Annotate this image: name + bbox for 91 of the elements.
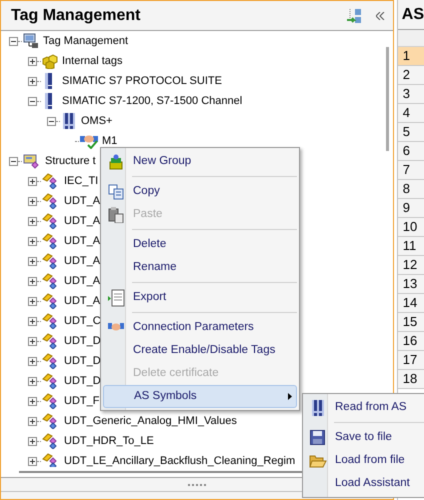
- menu-item[interactable]: Copy: [103, 180, 297, 203]
- expand-icon[interactable]: [28, 456, 37, 466]
- tree-item[interactable]: UDT_Generic_Analog_HMI_Values: [64, 414, 237, 428]
- scrollbar[interactable]: [386, 47, 389, 151]
- row-number[interactable]: 18: [398, 370, 424, 389]
- computer-network-icon: [23, 33, 39, 49]
- stacked-layers-icon: [108, 154, 124, 170]
- expand-icon[interactable]: [28, 416, 37, 426]
- row-number[interactable]: 11: [398, 237, 424, 256]
- menu-item[interactable]: New Group: [103, 150, 297, 173]
- expand-icon[interactable]: [28, 356, 37, 366]
- tree-item[interactable]: SIMATIC S7-1200, S7-1500 Channel: [62, 94, 242, 108]
- expand-icon[interactable]: [28, 316, 37, 326]
- tree-item[interactable]: SIMATIC S7 PROTOCOL SUITE: [62, 74, 222, 88]
- table-title: AS: [402, 4, 424, 24]
- tree-item[interactable]: UDT_A: [64, 254, 100, 268]
- expand-icon[interactable]: [28, 436, 37, 446]
- collapse-icon[interactable]: [9, 156, 18, 166]
- menu-item[interactable]: Save to file: [305, 426, 424, 449]
- row-number[interactable]: 7: [398, 161, 424, 180]
- expand-icon[interactable]: [28, 396, 37, 406]
- row-number[interactable]: 13: [398, 275, 424, 294]
- handshake-icon: [108, 322, 124, 334]
- row-number[interactable]: 16: [398, 332, 424, 351]
- row-number[interactable]: 17: [398, 351, 424, 370]
- tree-item[interactable]: UDT_D: [64, 334, 101, 348]
- row-number[interactable]: 10: [398, 218, 424, 237]
- tree-item[interactable]: UDT_F: [64, 394, 100, 408]
- menu-item[interactable]: Read from AS: [305, 396, 424, 419]
- expand-icon[interactable]: [28, 256, 37, 266]
- tree-item[interactable]: UDT_D: [64, 374, 101, 388]
- collapse-icon[interactable]: [9, 36, 18, 46]
- tree-item[interactable]: UDT_A: [64, 214, 100, 228]
- copy-icon: [108, 184, 124, 200]
- tree-item[interactable]: UDT_HDR_To_LE: [64, 434, 154, 448]
- collapse-icon[interactable]: [47, 116, 56, 126]
- expand-icon[interactable]: [28, 76, 37, 86]
- tree-item[interactable]: UDT_A: [64, 234, 100, 248]
- row-number[interactable]: 5: [398, 123, 424, 142]
- row-number[interactable]: 1: [398, 47, 424, 66]
- structures-icon: [23, 153, 41, 169]
- row-number[interactable]: 4: [398, 104, 424, 123]
- collapse-icon[interactable]: [28, 96, 37, 106]
- cubes-icon: [42, 53, 58, 69]
- menu-item[interactable]: Export: [103, 286, 297, 309]
- row-number[interactable]: 3: [398, 85, 424, 104]
- tree-item[interactable]: UDT_D: [64, 354, 101, 368]
- handshake-check-icon: [80, 133, 98, 149]
- collapse-panel-icon[interactable]: [376, 12, 385, 20]
- submenu-arrow-icon: [288, 393, 292, 400]
- menu-item[interactable]: Load Assistant: [305, 472, 424, 495]
- expand-icon[interactable]: [28, 56, 37, 66]
- row-number[interactable]: 15: [398, 313, 424, 332]
- tree-item[interactable]: Internal tags: [62, 54, 123, 68]
- row-number[interactable]: 9: [398, 199, 424, 218]
- menu-item[interactable]: AS Symbols: [103, 385, 297, 408]
- expand-icon[interactable]: [28, 296, 37, 306]
- expand-icon[interactable]: [28, 276, 37, 286]
- row-number[interactable]: 12: [398, 256, 424, 275]
- expand-icon[interactable]: [28, 196, 37, 206]
- row-number[interactable]: 8: [398, 180, 424, 199]
- tree-layout-icon[interactable]: [346, 8, 362, 24]
- save-icon: [310, 430, 325, 445]
- menu-item[interactable]: Delete: [103, 233, 297, 256]
- tree-item[interactable]: M1: [102, 134, 118, 148]
- row-number[interactable]: 6: [398, 142, 424, 161]
- paste-icon: [108, 206, 124, 222]
- double-bar-icon: [61, 113, 77, 129]
- expand-icon[interactable]: [28, 216, 37, 226]
- tree-item[interactable]: UDT_C: [64, 314, 101, 328]
- tree-item[interactable]: Structure t: [45, 154, 96, 168]
- tree-item[interactable]: OMS+: [81, 114, 112, 128]
- export-icon: [106, 288, 124, 306]
- row-number[interactable]: 14: [398, 294, 424, 313]
- tree-item[interactable]: UDT_A: [64, 194, 100, 208]
- menu-item[interactable]: Connection Parameters: [103, 316, 297, 339]
- menu-item[interactable]: Create Enable/Disable Tags: [103, 339, 297, 362]
- tree-item[interactable]: Tag Management: [43, 34, 128, 48]
- tree-item[interactable]: IEC_TI: [64, 174, 98, 188]
- tree-item[interactable]: UDT_A: [64, 294, 100, 308]
- row-number[interactable]: 2: [398, 66, 424, 85]
- expand-icon[interactable]: [28, 376, 37, 386]
- tree-item[interactable]: UDT_LE_Ancillary_Backflush_Cleaning_Regim: [64, 454, 296, 467]
- panel-title: Tag Management: [11, 6, 140, 26]
- menu-item[interactable]: Rename: [103, 256, 297, 279]
- tree-item[interactable]: UDT_A: [64, 274, 100, 288]
- folder-icon: [308, 453, 326, 468]
- expand-icon[interactable]: [28, 176, 37, 186]
- expand-icon[interactable]: [28, 236, 37, 246]
- expand-icon[interactable]: [28, 336, 37, 346]
- menu-item[interactable]: Load from file: [305, 449, 424, 472]
